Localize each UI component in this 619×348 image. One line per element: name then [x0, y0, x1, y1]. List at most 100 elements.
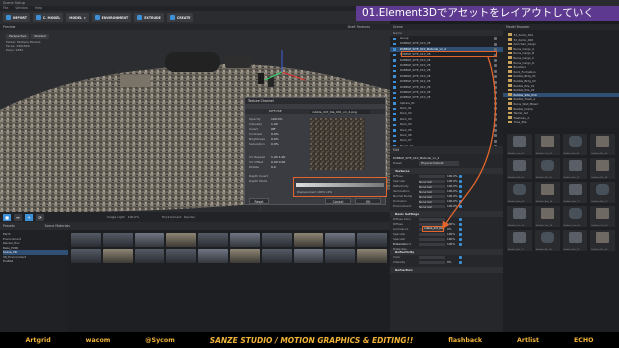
property-toggle-icon[interactable]: [459, 243, 462, 246]
preset-thumbnail[interactable]: Dawn: [325, 249, 356, 263]
property-toggle-icon[interactable]: [459, 238, 462, 241]
camera-dropdown[interactable]: Perspective: [6, 34, 30, 39]
model-thumbnail[interactable]: Rubbish_Can_16: [590, 206, 615, 227]
property-toggle-icon[interactable]: [459, 218, 462, 221]
property-slider[interactable]: [419, 217, 445, 222]
model-thumbnail[interactable]: Rubbish_Bin_03: [562, 134, 588, 155]
property-toggle-icon[interactable]: [459, 223, 462, 226]
model-thumbnail[interactable]: Rubbish_Pile_06: [534, 158, 560, 179]
preset-thumbnail[interactable]: Sun: [325, 233, 356, 247]
model-thumbnail[interactable]: Rubbish_Tire_14: [534, 206, 560, 227]
preset-thumbnail[interactable]: Dark: [102, 233, 133, 247]
model-thumbnail[interactable]: Rubbish_Pile_19: [562, 230, 588, 251]
refraction-section[interactable]: Refraction: [390, 267, 503, 273]
property-value[interactable]: 100%: [445, 242, 459, 247]
preset-thumbnail[interactable]: Cool: [71, 233, 101, 247]
property-toggle-icon[interactable]: [459, 205, 462, 208]
property-toggle-icon[interactable]: [459, 228, 462, 231]
texture-slot[interactable]: None Set: [419, 199, 445, 204]
model-thumbnail[interactable]: Rubbish_Box_11: [562, 182, 588, 203]
eye-icon[interactable]: [494, 37, 497, 41]
eye-icon[interactable]: [494, 102, 497, 106]
property-toggle-icon[interactable]: [459, 256, 462, 259]
eye-icon[interactable]: [494, 69, 497, 73]
eye-icon[interactable]: [494, 85, 497, 89]
preset-thumbnail[interactable]: Beach: [357, 249, 387, 263]
preset-thumbnail[interactable]: Warm: [357, 233, 387, 247]
eye-icon[interactable]: [494, 80, 497, 84]
displacement-slider[interactable]: [296, 183, 384, 187]
preset-thumbnail[interactable]: Soft: [261, 249, 292, 263]
property-slider[interactable]: [419, 255, 445, 260]
eye-icon[interactable]: [494, 134, 497, 138]
preset-dropdown[interactable]: Physical Default: [419, 161, 459, 166]
eye-icon[interactable]: [494, 42, 497, 46]
texture-slot[interactable]: None Set: [419, 194, 445, 199]
model-thumbnail[interactable]: Rubbish_Can_02: [534, 134, 560, 155]
light-value[interactable]: 100.0%: [128, 215, 139, 219]
preset-thumbnail[interactable]: Dusk: [134, 233, 165, 247]
menu-file[interactable]: File: [3, 6, 8, 10]
preset-thumbnail[interactable]: City: [71, 249, 101, 263]
eye-icon[interactable]: [494, 118, 497, 122]
preset-thumbnail[interactable]: Lake: [166, 249, 197, 263]
property-slider[interactable]: [419, 237, 445, 242]
model-thumbnail[interactable]: Rubbish_Can_15: [562, 206, 588, 227]
property-toggle-icon[interactable]: [459, 261, 462, 264]
ok-button[interactable]: OK: [355, 198, 381, 204]
extrude-button[interactable]: EXTRUDE: [134, 13, 164, 22]
property-toggle-icon[interactable]: [459, 200, 462, 203]
preset-thumbnail[interactable]: Studio: [293, 233, 324, 247]
model-thumbnail[interactable]: Rubbish_Bag_09: [507, 182, 532, 203]
eye-icon[interactable]: [494, 58, 497, 62]
environment-button[interactable]: ENVIRONMENT: [91, 13, 132, 22]
model-thumbnail[interactable]: Rubbish_Bin_18: [534, 230, 560, 251]
preset-thumbnail[interactable]: Gray: [166, 233, 197, 247]
preset-thumbnail[interactable]: Glow: [134, 249, 165, 263]
property-slider[interactable]: [419, 232, 445, 237]
model-thumbnail[interactable]: Rubbish_Pile_20: [590, 230, 615, 251]
tree-item[interactable]: FireBall: [3, 259, 68, 264]
reset-button[interactable]: Reset: [249, 198, 269, 204]
model-thumbnail[interactable]: Rubbish_Bin_04: [590, 134, 615, 155]
select-tool-icon[interactable]: ■: [3, 213, 11, 221]
model-dropdown[interactable]: MODEL ▾: [66, 13, 89, 22]
texture-slot[interactable]: None Set: [419, 204, 445, 209]
model-thumbnail[interactable]: Rubbish_Bin_17: [507, 230, 532, 251]
eye-icon[interactable]: [494, 139, 497, 143]
preset-thumbnail[interactable]: Sky: [261, 233, 292, 247]
property-toggle-icon[interactable]: [459, 180, 462, 183]
preset-thumbnail[interactable]: Rim: [293, 249, 324, 263]
preset-thumbnail[interactable]: Fog: [102, 249, 133, 263]
model-thumbnail[interactable]: Rubbish_Pile_07: [562, 158, 588, 179]
model-thumbnail[interactable]: Rubbish_Can_01: [507, 134, 532, 155]
diffuse-texture-slot[interactable]: rubble_dirt_tile: [422, 226, 444, 232]
model-folder[interactable]: Tires_Pile: [508, 120, 619, 125]
property-toggle-icon[interactable]: [459, 185, 462, 188]
uv-value[interactable]: 0.0: [271, 165, 276, 170]
texture-slot[interactable]: None Set: [419, 189, 445, 194]
eye-icon[interactable]: [494, 123, 497, 127]
render-label[interactable]: Render: [184, 215, 195, 219]
property-slider[interactable]: [419, 242, 445, 247]
eye-icon[interactable]: [494, 91, 497, 95]
eye-icon[interactable]: [494, 107, 497, 111]
eye-icon[interactable]: [494, 96, 497, 100]
import-button[interactable]: IMPORT: [3, 13, 30, 22]
model-thumbnail[interactable]: Rubbish_Tire_13: [507, 206, 532, 227]
menu-window[interactable]: Window: [15, 6, 28, 10]
preset-thumbnail[interactable]: Snow: [229, 249, 260, 263]
model-thumbnail[interactable]: Rubbish_Pile_08: [590, 158, 615, 179]
eye-icon[interactable]: [494, 112, 497, 116]
property-value[interactable]: 0%: [445, 260, 459, 265]
move-tool-icon[interactable]: ↔: [14, 213, 22, 221]
cmodel-button[interactable]: C. MODEL: [32, 13, 64, 22]
shading-dropdown[interactable]: Shaded: [31, 34, 49, 39]
create-button[interactable]: CREATE: [166, 13, 194, 22]
property-toggle-icon[interactable]: [459, 233, 462, 236]
property-value[interactable]: 100.0%: [445, 204, 459, 209]
cancel-button[interactable]: Cancel: [325, 198, 351, 204]
add-tool-icon[interactable]: +: [25, 213, 33, 221]
eye-icon[interactable]: [494, 75, 497, 79]
property-toggle-icon[interactable]: [459, 190, 462, 193]
